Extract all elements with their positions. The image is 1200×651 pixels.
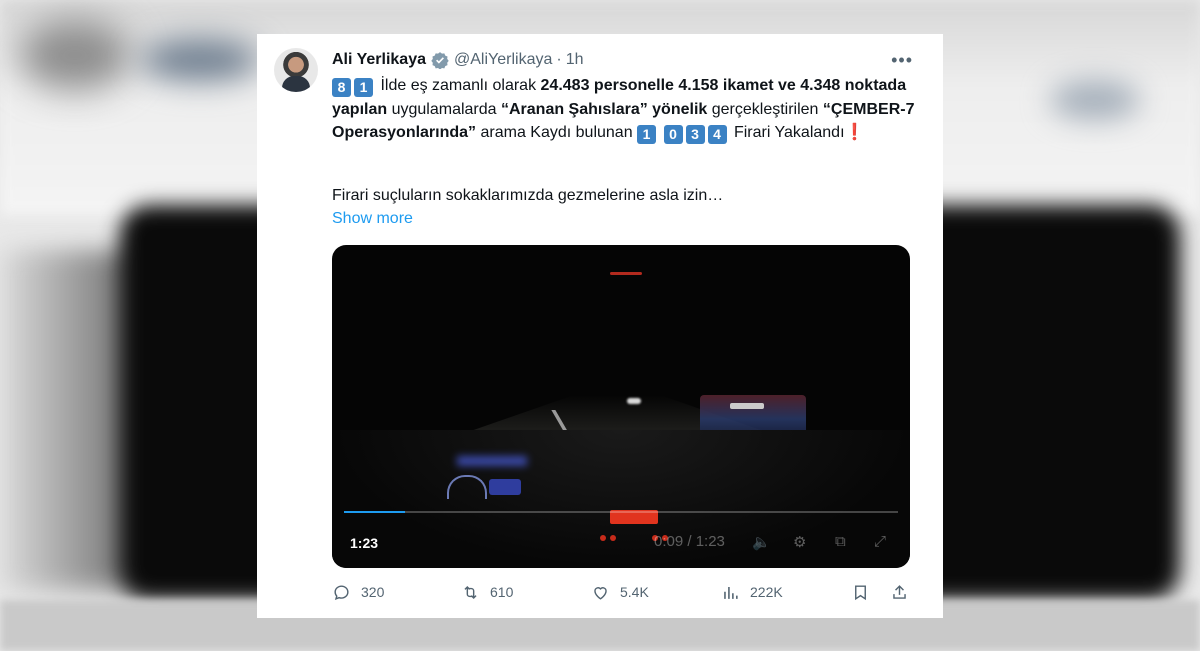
reply-count: 320 [361, 584, 385, 600]
video-progress-bar[interactable] [344, 511, 898, 513]
keycap-digit: 1 [637, 125, 657, 144]
author-handle[interactable]: @AliYerlikaya [454, 51, 552, 69]
avatar[interactable] [274, 48, 318, 92]
video-frame-detail [600, 535, 606, 541]
video-progress-fill [344, 511, 405, 513]
video-frame-detail [627, 398, 641, 404]
analytics-icon [724, 586, 738, 599]
tweet-header: Ali Yerlikaya @AliYerlikaya · 1h [332, 50, 583, 70]
video-frame-detail [489, 479, 521, 495]
settings-icon[interactable]: ⚙ [793, 533, 806, 551]
text-segment: uygulamalarda [387, 100, 501, 118]
tweet-card: Ali Yerlikaya @AliYerlikaya · 1h ••• 81 … [257, 34, 943, 618]
more-options-icon[interactable]: ••• [891, 50, 913, 71]
video-frame-detail [457, 456, 527, 466]
views-count: 222K [750, 584, 783, 600]
picture-in-picture-icon[interactable]: ⧉ [835, 533, 846, 550]
keycap-digit: 1 [354, 78, 373, 97]
video-frame-vehicle [700, 395, 806, 435]
share-icon [893, 585, 906, 599]
repost-button[interactable]: 610 [461, 583, 513, 602]
fullscreen-icon[interactable]: ⤢ [874, 533, 886, 550]
tweet-text-paragraph-2: Firari suçluların sokaklarımızda gezmele… [332, 187, 724, 204]
verified-badge-icon [431, 52, 449, 69]
bookmark-icon [855, 585, 866, 601]
text-bold-segment: “Aranan Şahıslara” yönelik [500, 100, 708, 118]
keycap-digit: 8 [332, 78, 351, 97]
author-name[interactable]: Ali Yerlikaya [332, 51, 426, 69]
mute-icon[interactable]: 🔈 [752, 533, 771, 551]
video-player[interactable]: 1:23 0:09 / 1:23 🔈 ⚙ ⧉ ⤢ [332, 245, 910, 568]
text-segment: gerçekleştirilen [707, 100, 823, 118]
like-count: 5.4K [620, 584, 649, 600]
tweet-time[interactable]: 1h [566, 51, 584, 69]
video-frame-dashboard [332, 430, 910, 568]
reply-icon [334, 585, 349, 601]
text-segment: arama Kaydı bulunan [476, 124, 638, 141]
views-button[interactable]: 222K [721, 583, 783, 602]
share-button[interactable] [890, 583, 919, 602]
video-time-display: 0:09 / 1:23 [654, 533, 725, 550]
keycap-digit: 0 [663, 125, 683, 144]
video-frame-detail [610, 272, 642, 275]
tweet-text: 81 İlde eş zamanlı olarak 24.483 persone… [332, 74, 917, 145]
video-duration-badge: 1:23 [350, 535, 379, 551]
keycap-digit: 3 [685, 125, 705, 144]
text-segment: Firari Yakalandı [729, 124, 845, 141]
exclamation-emoji: ❗ [844, 124, 865, 141]
keycap-digit: 4 [707, 125, 727, 144]
heart-icon [594, 587, 607, 600]
text-segment: İlde eş zamanlı olarak [376, 77, 541, 94]
separator-dot: · [556, 51, 562, 68]
repost-count: 610 [490, 584, 514, 600]
video-frame-detail [447, 475, 487, 499]
action-bar: 320 610 5.4K 222K [332, 583, 912, 605]
bookmark-button[interactable] [851, 583, 880, 602]
repost-icon [464, 585, 477, 600]
reply-button[interactable]: 320 [332, 583, 384, 602]
like-button[interactable]: 5.4K [591, 583, 649, 602]
show-more-link[interactable]: Show more [332, 210, 413, 228]
